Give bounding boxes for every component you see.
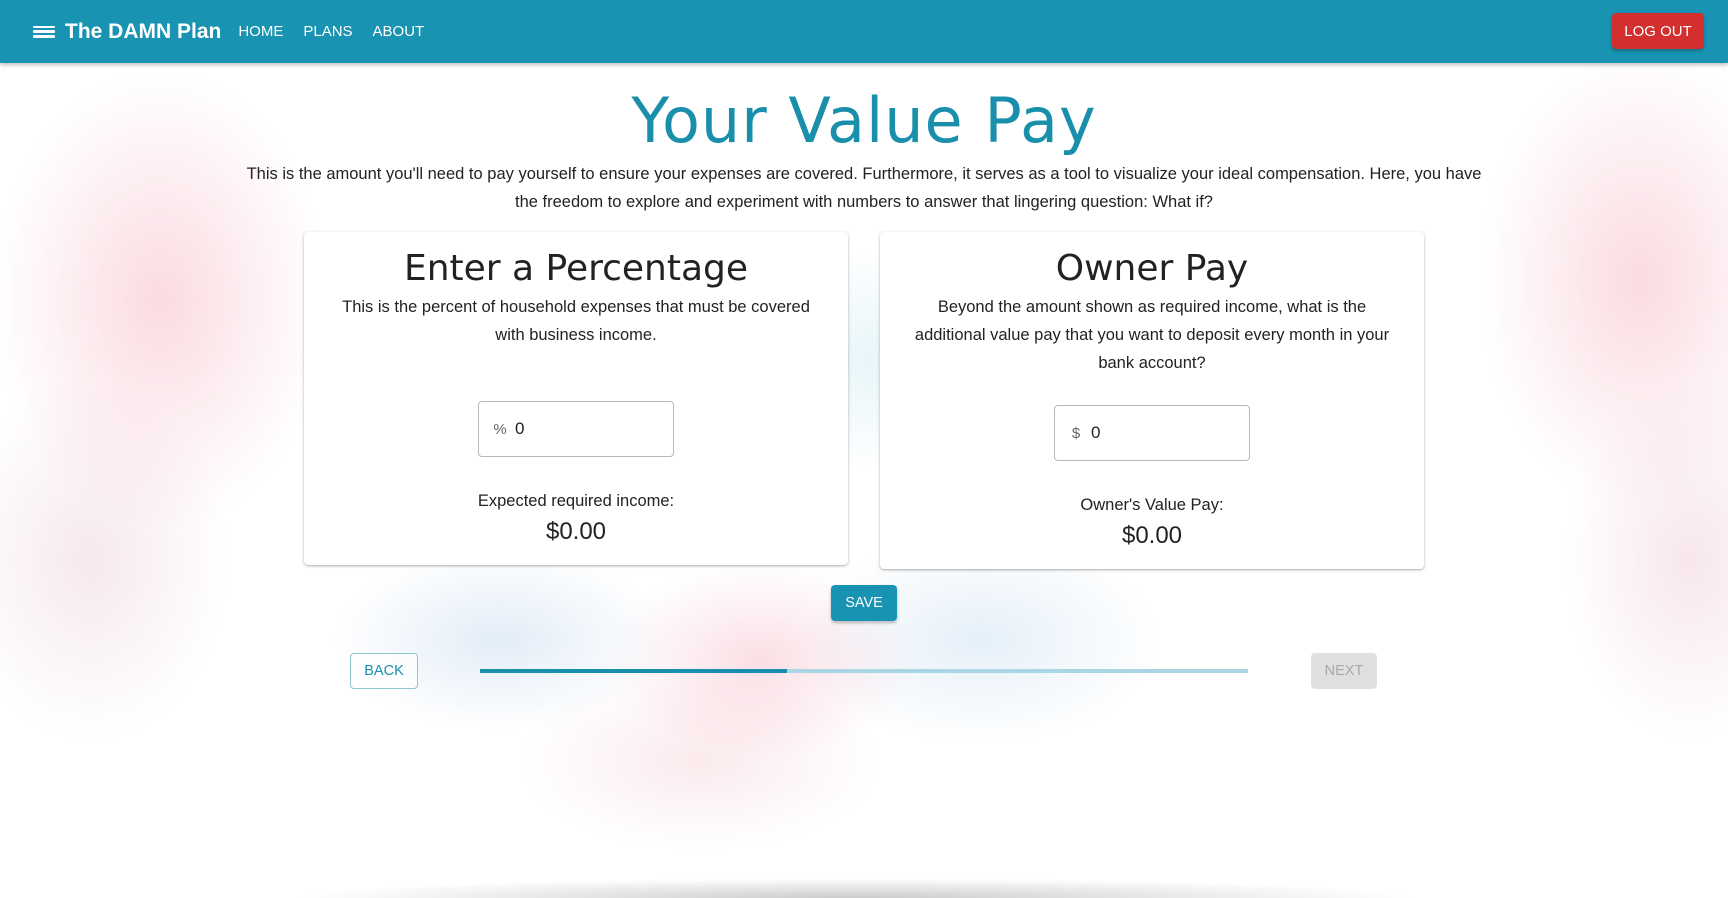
owner-value-pay-label: Owner's Value Pay: xyxy=(1080,496,1224,514)
main-nav: HOME PLANS ABOUT xyxy=(238,23,444,40)
percent-prefix: % xyxy=(493,420,507,438)
page-intro: This is the amount you'll need to pay yo… xyxy=(246,165,1482,211)
step-progress-bar xyxy=(480,669,1248,673)
back-button[interactable]: BACK xyxy=(350,653,418,689)
step-progress-fill xyxy=(480,669,788,673)
percentage-field[interactable]: % xyxy=(478,401,674,457)
page-title: Your Value Pay xyxy=(631,84,1097,157)
expected-income-value: $0.00 xyxy=(545,518,607,545)
dollar-prefix: $ xyxy=(1071,424,1081,442)
save-button[interactable]: SAVE xyxy=(831,585,897,621)
logout-button[interactable]: LOG OUT xyxy=(1612,13,1704,49)
owner-value-pay-value: $0.00 xyxy=(1121,522,1183,549)
brand-title: The DAMN Plan xyxy=(65,19,222,43)
next-button[interactable]: NEXT xyxy=(1311,653,1377,689)
percentage-card-title: Enter a Percentage xyxy=(403,248,749,289)
main-content: Your Value Pay This is the amount you'll… xyxy=(0,0,1728,893)
owner-pay-card-description: Beyond the amount shown as required inco… xyxy=(914,298,1390,372)
percentage-input[interactable] xyxy=(513,418,657,440)
nav-about-link[interactable]: ABOUT xyxy=(373,23,425,40)
owner-pay-input[interactable] xyxy=(1089,422,1233,444)
nav-home-link[interactable]: HOME xyxy=(238,23,283,40)
owner-pay-field[interactable]: $ xyxy=(1054,405,1250,461)
expected-income-label: Expected required income: xyxy=(477,492,675,510)
percentage-card-description: This is the percent of household expense… xyxy=(342,298,810,344)
menu-icon[interactable] xyxy=(33,23,55,41)
percentage-card: Enter a Percentage This is the percent o… xyxy=(304,232,848,565)
owner-pay-card-title: Owner Pay xyxy=(1055,248,1249,289)
app-bar: The DAMN Plan HOME PLANS ABOUT LOG OUT xyxy=(0,0,1728,63)
nav-plans-link[interactable]: PLANS xyxy=(303,23,352,40)
owner-pay-card: Owner Pay Beyond the amount shown as req… xyxy=(880,232,1424,569)
